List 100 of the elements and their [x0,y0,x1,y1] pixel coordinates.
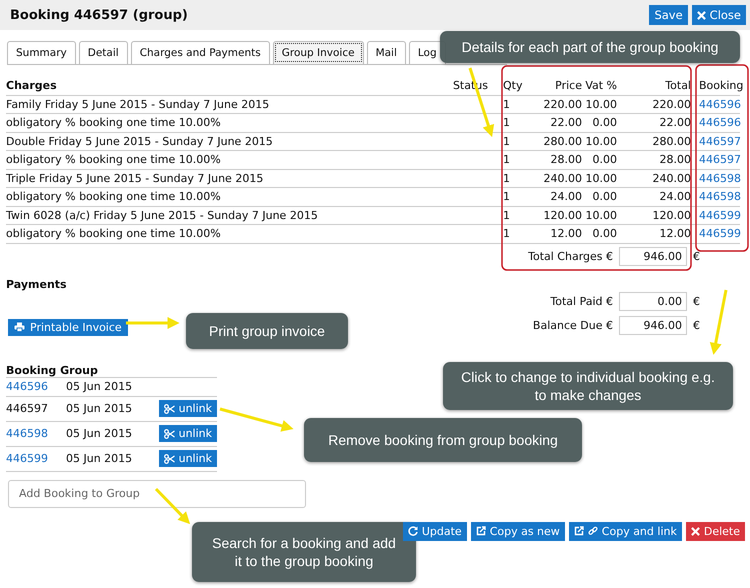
table-cell-text: obligatory % booking one time 10.00% [6,227,222,240]
column-header: Qty [502,79,524,92]
scissors-icon [164,454,175,464]
callout-tooltip: Remove booking from group booking [304,418,582,462]
table-cell-text: 0.00 [592,227,617,240]
table-cell-text: 10.00 [584,172,617,185]
table-cell-text: 120.00 [652,208,691,222]
window-title: Booking 446597 (group) [10,8,189,22]
scissors-icon [164,428,175,438]
table-cell-text: 12.00 [550,227,582,240]
table-cell-text: Double Friday 5 June 2015 - Sunday 7 June 2015 [6,134,274,148]
arrow [126,317,180,329]
table-cell-text: 28.00 [550,153,582,166]
table-cell-text: obligatory % booking one time 10.00% [6,153,222,166]
unlink-button[interactable]: unlink [158,425,217,442]
unlink-button[interactable]: unlink [158,400,217,417]
booking-link[interactable]: 446597 [699,153,741,166]
close-icon [696,10,706,20]
booking-number: 446597 [6,402,48,415]
table-cell-text: 0.00 [592,190,617,204]
booking-date: 05 Jun 2015 [66,452,132,465]
table-cell-text: 1 [502,227,511,240]
delete-button[interactable]: Delete [686,522,745,540]
share-icon [574,526,584,536]
amount-field[interactable]: 946.00 [619,316,687,334]
callout-tooltip: Search for a booking and add it to the group booking [192,522,416,582]
table-cell-text: 1 [502,153,511,166]
booking-date: 05 Jun 2015 [66,380,132,393]
tab[interactable]: Mail [366,41,406,64]
column-header: Booking [698,79,740,92]
table-cell-text: obligatory % booking one time 10.00% [6,116,222,130]
printer-icon [14,322,25,332]
booking-link[interactable]: 446596 [6,380,48,393]
total-field[interactable]: 946.00 [619,246,687,266]
table-cell-text: 1 [502,134,511,148]
copy-button[interactable]: Copy as new [470,522,565,540]
table-cell-text: obligatory % booking one time 10.00% [6,190,222,204]
booking-link[interactable]: 446599 [6,452,48,465]
table-cell-text: 1 [502,116,511,130]
print-button[interactable]: Printable Invoice [8,318,128,336]
update-button[interactable]: Update [402,522,467,540]
booking-link[interactable]: 446598 [6,427,48,440]
callout-tooltip: Print group invoice [186,313,348,349]
currency-label: € [693,294,700,308]
table-cell-text: 12.00 [658,227,691,240]
booking-date: 05 Jun 2015 [66,402,132,415]
table-cell-text: 280.00 [542,134,582,148]
booking-link[interactable]: 446597 [699,134,741,148]
table-cell-text: 24.00 [658,190,691,204]
unlink-button[interactable]: unlink [158,450,217,467]
table-cell-text: 0.00 [592,153,617,166]
total-label: Total Paid € [550,294,613,308]
link-icon [588,526,598,536]
close-icon [690,526,700,536]
table-cell-text: 10.00 [584,134,617,148]
booking-link[interactable]: 446599 [699,227,741,240]
table-cell-text: Triple Friday 5 June 2015 - Sunday 7 June 2015 [6,172,264,185]
booking-link[interactable]: 446598 [699,172,741,185]
tab[interactable]: Group Invoice [272,41,364,64]
table-cell-text: 1 [502,98,511,111]
booking-link[interactable]: 446598 [699,190,741,204]
booking-link[interactable]: 446596 [699,116,741,130]
tab[interactable]: Charges and Payments [130,41,270,64]
table-cell-text: 120.00 [542,208,582,222]
currency-label: € [693,250,700,262]
table-cell-text: 28.00 [658,153,691,166]
tab[interactable]: Detail [78,41,128,64]
arrow [710,290,728,355]
table-cell-text: 10.00 [584,98,617,111]
table-cell-text: 280.00 [652,134,691,148]
table-cell-text: 10.00 [584,208,617,222]
share-icon [476,526,486,536]
table-cell-text: 0.00 [592,116,617,130]
table-cell-text: 22.00 [658,116,691,130]
table-cell-text: 240.00 [542,172,582,185]
total-label: Total Charges € [528,250,613,262]
refresh-icon [408,526,418,536]
column-header: Vat % [584,79,617,92]
table-cell-text: 1 [502,172,511,185]
column-header: Total [664,79,691,92]
booking-link[interactable]: 446599 [699,208,741,222]
search-field[interactable]: Add Booking to Group [8,480,306,508]
table-cell-text: 1 [502,208,511,222]
scissors-icon [164,404,175,414]
booking-link[interactable]: 446596 [699,98,741,111]
callout-tooltip: Details for each part of the group booking [440,31,740,63]
close-button[interactable]: Close [692,5,746,25]
save-button[interactable]: Save [649,5,688,25]
table-cell-text: 22.00 [550,116,582,130]
table-cell-text: 1 [502,190,511,204]
amount-field[interactable]: 0.00 [619,292,687,310]
total-label: Balance Due € [532,318,613,332]
tab[interactable]: Summary [7,41,76,64]
column-header: Price [554,79,582,92]
table-cell-text: 220.00 [652,98,691,111]
copylink-button[interactable]: Copy and link [568,522,682,540]
table-cell-text: Family Friday 5 June 2015 - Sunday 7 June 2015 [6,98,270,111]
section-title: Payments [6,278,68,290]
table-cell-text: 220.00 [542,98,582,111]
table-cell-text: 240.00 [652,172,691,185]
